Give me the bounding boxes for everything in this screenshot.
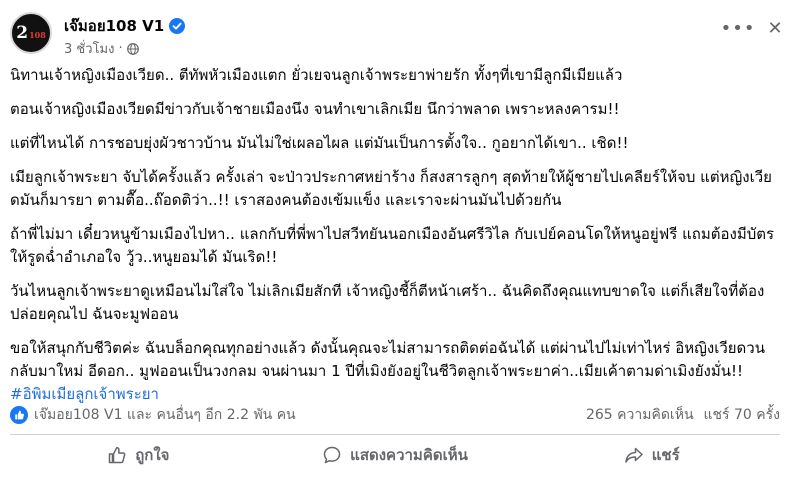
like-reaction-icon — [10, 406, 28, 424]
thumbs-up-icon — [108, 446, 126, 464]
post-timestamp[interactable]: 3 ชั่วโมง — [64, 38, 114, 59]
comment-count[interactable]: 265 ความคิดเห็น — [586, 404, 694, 426]
action-bar: ถูกใจ แสดงความคิดเห็น แชร์ — [10, 438, 780, 472]
verified-badge-icon — [169, 18, 186, 34]
like-button[interactable]: ถูกใจ — [10, 438, 267, 472]
facebook-post: 2108 เจ๊มอย108 V1 3 ชั่วโมง · ••• ✕ นิทา… — [0, 0, 800, 477]
post-body: นิทานเจ้าหญิงเมืองเวียด.. ตีทัพหัวเมืองแ… — [10, 64, 780, 417]
more-options-icon[interactable]: ••• — [721, 18, 755, 39]
avatar-logo: 2108 — [16, 23, 46, 43]
post-paragraph-7-text: ขอให้สนุกกับชีวิตค่ะ ฉันบล็อกคุณทุกอย่าง… — [10, 339, 765, 380]
avatar[interactable]: 2108 — [10, 12, 52, 54]
close-icon[interactable]: ✕ — [764, 18, 786, 39]
divider — [10, 434, 780, 435]
comment-label: แสดงความคิดเห็น — [350, 446, 468, 464]
share-label: แชร์ — [651, 446, 680, 464]
post-paragraph-5: ถ้าพี่ไม่มา เดี๋ยวหนูข้ามเมืองไปหา.. แลก… — [10, 225, 775, 266]
share-arrow-icon — [624, 447, 643, 463]
like-label: ถูกใจ — [135, 446, 170, 464]
globe-icon[interactable] — [126, 42, 139, 55]
comment-button[interactable]: แสดงความคิดเห็น — [267, 438, 524, 472]
post-paragraph-6: วันไหนลูกเจ้าพระยาดูเหมือนไม่ใส่ใจ ไม่เล… — [10, 282, 765, 323]
share-count[interactable]: แชร์ 70 ครั้ง — [704, 404, 780, 426]
engagement-counts: 265 ความคิดเห็น แชร์ 70 ครั้ง — [586, 404, 780, 426]
post-paragraph-2: ตอนเจ้าหญิงเมืองเวียดมีข่าวกับเจ้าชายเมื… — [10, 100, 620, 118]
post-meta: 3 ชั่วโมง · — [64, 38, 139, 59]
share-button[interactable]: แชร์ — [523, 438, 780, 472]
post-header: 2108 เจ๊มอย108 V1 3 ชั่วโมง · ••• ✕ — [10, 8, 790, 58]
author-name[interactable]: เจ๊มอย108 V1 — [64, 14, 164, 38]
reaction-count[interactable]: เจ๊มอย108 V1 และ คนอื่นๆ อีก 2.2 พัน คน — [34, 404, 296, 426]
post-paragraph-7: ขอให้สนุกกับชีวิตค่ะ ฉันบล็อกคุณทุกอย่าง… — [10, 337, 780, 406]
post-stats: เจ๊มอย108 V1 และ คนอื่นๆ อีก 2.2 พัน คน … — [10, 400, 780, 430]
author-row: เจ๊มอย108 V1 — [64, 14, 186, 38]
post-paragraph-4: เมียลูกเจ้าพระยา จับได้ครั้งแล้ว ครั้งเล… — [10, 168, 772, 209]
comment-bubble-icon — [323, 446, 341, 464]
meta-separator: · — [118, 41, 123, 56]
post-paragraph-3: แต่ที่ไหนได้ การชอบยุ่งผัวชาวบ้าน มันไม่… — [10, 134, 629, 152]
post-paragraph-1: นิทานเจ้าหญิงเมืองเวียด.. ตีทัพหัวเมืองแ… — [10, 66, 623, 84]
